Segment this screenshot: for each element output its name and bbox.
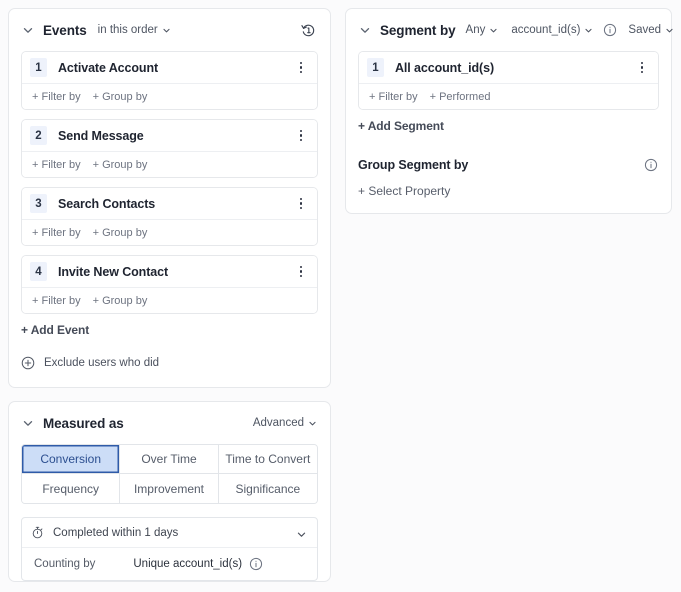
- event-card-header[interactable]: 3 Search Contacts: [22, 188, 317, 219]
- measure-mode-time-to-convert[interactable]: Time to Convert: [219, 445, 317, 474]
- segment-saved-dropdown-label: Saved: [628, 24, 661, 36]
- segment-any-dropdown-label: Any: [466, 24, 486, 36]
- event-filter-by-link[interactable]: + Filter by: [32, 227, 81, 239]
- chevron-down-icon[interactable]: [21, 23, 35, 37]
- event-group-by-link[interactable]: + Group by: [93, 91, 148, 103]
- measure-mode-improvement[interactable]: Improvement: [120, 474, 218, 503]
- advanced-dropdown[interactable]: Advanced: [253, 417, 317, 429]
- event-card[interactable]: 2 Send Message + Filter by + Group by: [21, 119, 318, 178]
- info-circle-icon[interactable]: [603, 23, 617, 37]
- measure-mode-over-time[interactable]: Over Time: [120, 445, 218, 474]
- conversion-window-row[interactable]: Completed within 1 days: [22, 518, 317, 547]
- add-event-button[interactable]: + Add Event: [9, 323, 330, 337]
- measured-as-title: Measured as: [43, 416, 124, 431]
- event-group-by-link[interactable]: + Group by: [93, 159, 148, 171]
- event-order-dropdown[interactable]: in this order: [98, 24, 171, 36]
- funnel-builder-page: Events in this order 1: [0, 0, 681, 592]
- measure-mode-group: Conversion Over Time Time to Convert Fre…: [21, 444, 318, 504]
- events-panel-title: Events: [43, 23, 87, 38]
- event-card-header[interactable]: 4 Invite New Contact: [22, 256, 317, 287]
- advanced-dropdown-label: Advanced: [253, 417, 304, 429]
- events-panel-header: Events in this order: [9, 9, 330, 51]
- segment-performed-link[interactable]: + Performed: [430, 91, 491, 103]
- event-card-actions: + Filter by + Group by: [22, 151, 317, 177]
- chevron-down-icon: [584, 26, 593, 35]
- event-menu-icon[interactable]: [294, 264, 308, 279]
- chevron-down-icon: [489, 26, 498, 35]
- event-filter-by-link[interactable]: + Filter by: [32, 159, 81, 171]
- segment-saved-dropdown[interactable]: Saved: [628, 24, 674, 36]
- event-menu-icon[interactable]: [294, 128, 308, 143]
- event-index-badge: 4: [30, 262, 47, 281]
- segment-panel-header: Segment by Any account_id(s) Saved: [346, 9, 671, 51]
- chevron-down-icon[interactable]: [358, 23, 372, 37]
- history-icon[interactable]: [300, 22, 317, 39]
- events-panel: Events in this order 1: [8, 8, 331, 388]
- counting-by-row: Counting by Unique account_id(s): [22, 547, 317, 580]
- event-card[interactable]: 3 Search Contacts + Filter by + Group by: [21, 187, 318, 246]
- event-group-by-link[interactable]: + Group by: [93, 295, 148, 307]
- measured-as-panel: Measured as Advanced Conversion Over Tim…: [8, 401, 331, 582]
- segment-card[interactable]: 1 All account_id(s) + Filter by + Perfor…: [358, 51, 659, 110]
- event-index-badge: 3: [30, 194, 47, 213]
- event-order-dropdown-label: in this order: [98, 24, 158, 36]
- event-name: Search Contacts: [58, 197, 155, 211]
- event-card-header[interactable]: 1 Activate Account: [22, 52, 317, 83]
- stopwatch-icon: [31, 526, 44, 539]
- chevron-down-icon[interactable]: [21, 416, 35, 430]
- event-filter-by-link[interactable]: + Filter by: [32, 295, 81, 307]
- segment-filter-by-link[interactable]: + Filter by: [369, 91, 418, 103]
- group-segment-by-row: Group Segment by: [346, 158, 671, 172]
- event-card-actions: + Filter by + Group by: [22, 287, 317, 313]
- event-name: Activate Account: [58, 61, 158, 75]
- events-list: 1 Activate Account + Filter by + Group b…: [9, 51, 330, 314]
- exclude-users-label: Exclude users who did: [44, 357, 159, 369]
- segment-entity-dropdown-label: account_id(s): [511, 24, 580, 36]
- select-property-button[interactable]: + Select Property: [346, 184, 671, 198]
- segment-card-actions: + Filter by + Performed: [359, 83, 658, 109]
- event-menu-icon[interactable]: [294, 196, 308, 211]
- measure-mode-conversion[interactable]: Conversion: [22, 445, 120, 474]
- event-card[interactable]: 4 Invite New Contact + Filter by + Group…: [21, 255, 318, 314]
- segment-card-header[interactable]: 1 All account_id(s): [359, 52, 658, 83]
- event-card-actions: + Filter by + Group by: [22, 83, 317, 109]
- chevron-down-icon: [665, 26, 674, 35]
- event-filter-by-link[interactable]: + Filter by: [32, 91, 81, 103]
- add-segment-button[interactable]: + Add Segment: [346, 119, 671, 133]
- event-group-by-link[interactable]: + Group by: [93, 227, 148, 239]
- segment-entity-dropdown[interactable]: account_id(s): [511, 24, 593, 36]
- chevron-down-icon: [308, 419, 317, 428]
- event-index-badge: 1: [30, 58, 47, 77]
- segment-index-badge: 1: [367, 58, 384, 77]
- counting-by-value[interactable]: Unique account_id(s): [133, 558, 242, 570]
- info-circle-icon[interactable]: [644, 158, 658, 172]
- event-card-actions: + Filter by + Group by: [22, 219, 317, 245]
- event-menu-icon[interactable]: [294, 60, 308, 75]
- chevron-down-icon: [162, 26, 171, 35]
- event-index-badge: 2: [30, 126, 47, 145]
- measure-mode-frequency[interactable]: Frequency: [22, 474, 120, 503]
- event-card[interactable]: 1 Activate Account + Filter by + Group b…: [21, 51, 318, 110]
- event-name: Invite New Contact: [58, 265, 168, 279]
- segment-menu-icon[interactable]: [635, 60, 649, 75]
- segment-panel-title: Segment by: [380, 23, 456, 38]
- group-segment-by-title: Group Segment by: [358, 158, 468, 172]
- chevron-down-icon[interactable]: [296, 527, 307, 538]
- exclude-users-row[interactable]: Exclude users who did: [9, 356, 330, 370]
- segment-any-dropdown[interactable]: Any: [466, 24, 499, 36]
- counting-by-label: Counting by: [34, 558, 95, 570]
- event-card-header[interactable]: 2 Send Message: [22, 120, 317, 151]
- segment-name: All account_id(s): [395, 61, 494, 75]
- segments-list: 1 All account_id(s) + Filter by + Perfor…: [346, 51, 671, 110]
- measured-as-header: Measured as Advanced: [9, 402, 330, 444]
- measure-options-box: Completed within 1 days Counting by Uniq…: [21, 517, 318, 581]
- measure-mode-significance[interactable]: Significance: [219, 474, 317, 503]
- segment-panel: Segment by Any account_id(s) Saved: [345, 8, 672, 214]
- conversion-window-label: Completed within 1 days: [53, 527, 178, 539]
- event-name: Send Message: [58, 129, 144, 143]
- plus-circle-icon: [21, 356, 35, 370]
- info-circle-icon[interactable]: [249, 557, 263, 571]
